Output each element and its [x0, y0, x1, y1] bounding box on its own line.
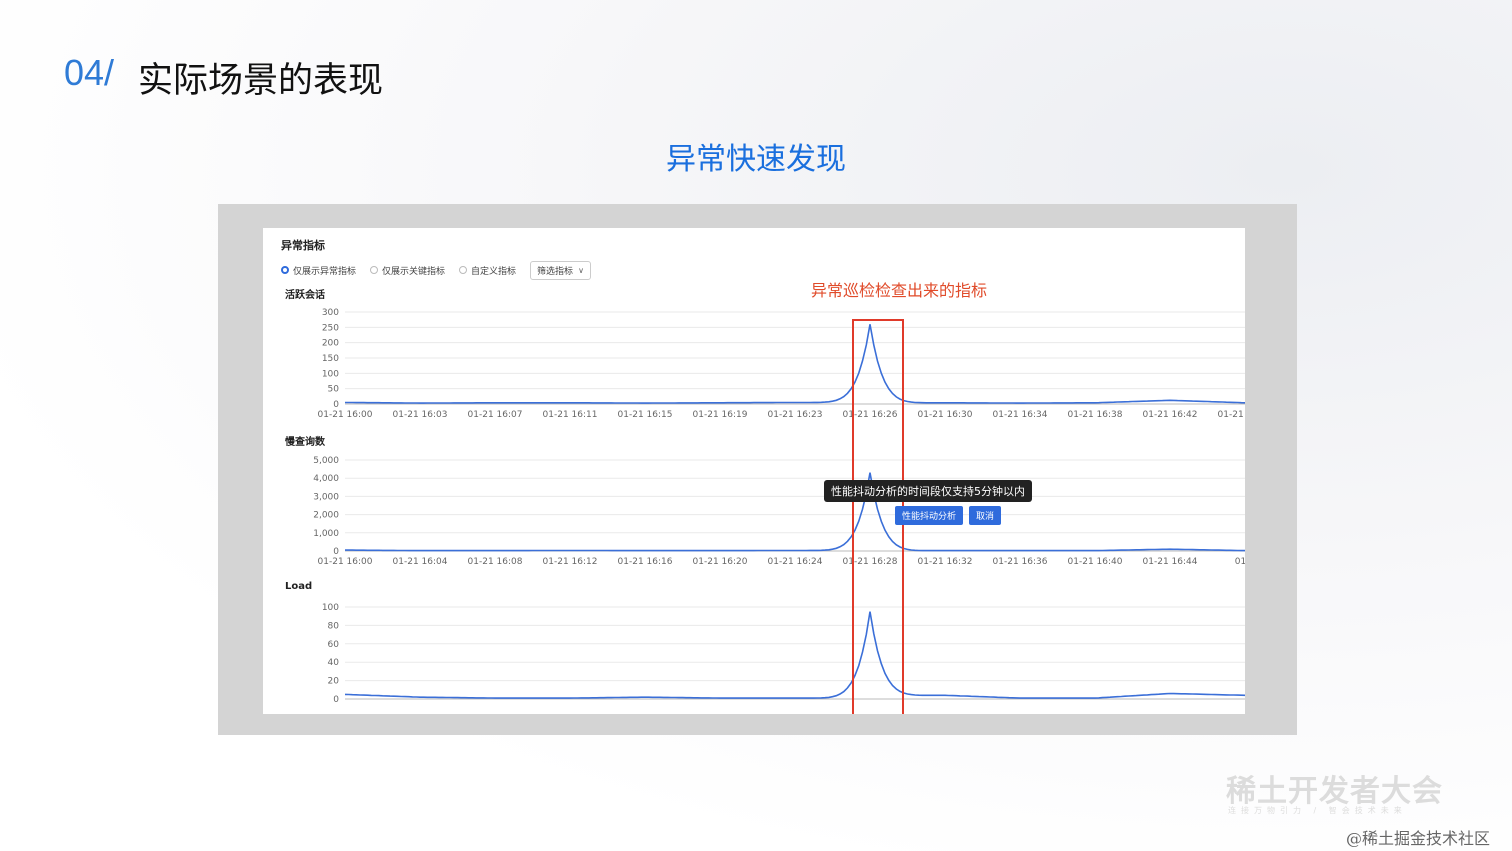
x-tick-label: 01-21 16:11 [543, 410, 598, 420]
slide-subtitle: 异常快速发现 [666, 142, 846, 177]
source-credit: @稀土掘金技术社区 [1346, 829, 1491, 848]
conference-logo: 稀土开发者大会 [1226, 774, 1443, 809]
y-tick-label: 1,000 [313, 529, 339, 539]
y-tick-label: 250 [322, 323, 339, 333]
x-tick-label: 01-21 16:16 [618, 557, 673, 567]
conference-tagline: 连接万物引力 / 智会技术未来 [1228, 806, 1407, 815]
x-tick-label: 01-21 16:00 [318, 557, 373, 567]
x-tick-label: 01-21 16:24 [768, 557, 823, 567]
y-tick-label: 2,000 [313, 511, 339, 521]
metric-charts: 05010015020025030001-21 16:00 01-21 16:03… [313, 308, 1245, 705]
x-tick-label: 01-21 16:04 [393, 557, 448, 567]
y-tick-label: 0 [333, 695, 339, 705]
tooltip-actions: 性能抖动分析 取消 [895, 506, 1002, 525]
x-tick-label: 01-21 16:00 [318, 410, 373, 420]
x-tick-label: 01-21 16:08 [468, 557, 523, 567]
x-tick-label: 01-21 16:15 [618, 410, 673, 420]
x-tick-label: 01-21 16:44 [1143, 557, 1198, 567]
y-tick-label: 300 [322, 308, 339, 318]
y-tick-label: 200 [322, 339, 339, 349]
y-tick-label: 60 [328, 640, 340, 650]
annotation-text: 异常巡检检查出来的指标 [811, 281, 988, 300]
x-tick-label: 01-21 16:19 [693, 410, 748, 420]
y-tick-label: 150 [322, 354, 339, 364]
x-tick-label: 01-21 16:36 [993, 557, 1048, 567]
x-tick-label: 01-21 16:23 [768, 410, 823, 420]
y-tick-label: 20 [328, 677, 340, 687]
jitter-analysis-button[interactable]: 性能抖动分析 [895, 506, 964, 525]
x-tick-label: 01-21 16:40 [1068, 557, 1123, 567]
x-tick-label: 01-21 16:12 [543, 557, 598, 567]
y-tick-label: 5,000 [313, 456, 339, 466]
y-tick-label: 50 [328, 385, 340, 395]
x-tick-label: 01-21 16:38 [1068, 410, 1123, 420]
y-tick-label: 0 [333, 400, 339, 410]
y-tick-label: 80 [328, 621, 340, 631]
x-tick-label: 01-21 16:42 [1143, 410, 1198, 420]
x-tick-label: 01-21 16:46 [1218, 410, 1245, 420]
cancel-button[interactable]: 取消 [969, 506, 1002, 525]
x-tick-label: 01-21 16:30 [918, 410, 973, 420]
x-tick-label: 01-21 16:34 [993, 410, 1048, 420]
slide-number: 04/ [64, 52, 115, 93]
y-tick-label: 4,000 [313, 474, 339, 484]
y-tick-label: 100 [322, 369, 339, 379]
x-tick-label: 01-2 [1235, 557, 1245, 567]
x-tick-label: 01-21 16:20 [693, 557, 748, 567]
y-tick-label: 3,000 [313, 492, 339, 502]
analysis-tooltip: 性能抖动分析的时间段仅支持5分钟以内 [824, 480, 1032, 502]
x-tick-label: 01-21 16:32 [918, 557, 973, 567]
slide-title: 实际场景的表现 [138, 61, 384, 101]
y-tick-label: 40 [328, 658, 340, 668]
y-tick-label: 0 [333, 547, 339, 557]
x-tick-label: 01-21 16:03 [393, 410, 448, 420]
x-tick-label: 01-21 16:07 [468, 410, 523, 420]
y-tick-label: 100 [322, 603, 339, 613]
series-line [345, 472, 1245, 552]
series-line [345, 324, 1245, 404]
anomaly-metrics-panel: 异常指标 仅展示异常指标 仅展示关键指标 自定义指标 筛选指标 ∨ 活跃会话 慢… [263, 228, 1245, 714]
series-line [344, 611, 1245, 699]
